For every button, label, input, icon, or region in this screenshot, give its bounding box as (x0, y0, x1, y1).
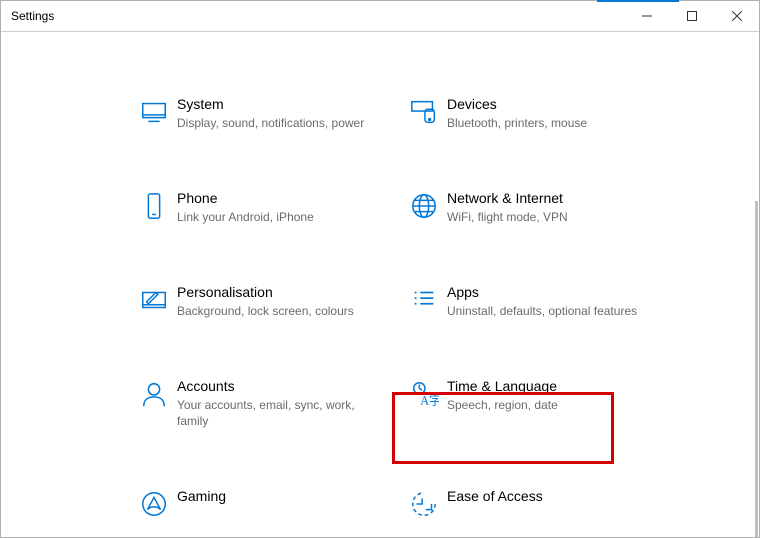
tile-personalisation[interactable]: Personalisation Background, lock screen,… (131, 279, 381, 323)
accounts-icon (131, 377, 177, 409)
settings-window: Settings System Dis (0, 0, 760, 538)
phone-icon (131, 189, 177, 221)
tile-system[interactable]: System Display, sound, notifications, po… (131, 91, 381, 135)
close-icon (732, 11, 742, 21)
tile-label: Apps (447, 283, 641, 301)
title-bar: Settings (1, 1, 759, 32)
accent-strip (597, 0, 679, 2)
tile-sub: WiFi, flight mode, VPN (447, 209, 641, 225)
devices-icon (401, 95, 447, 127)
personalisation-icon (131, 283, 177, 315)
settings-grid: System Display, sound, notifications, po… (1, 31, 759, 523)
tile-label: Time & Language (447, 377, 641, 395)
tile-label: Network & Internet (447, 189, 641, 207)
svg-text:A字: A字 (420, 392, 439, 407)
time-language-icon: A字 (401, 377, 447, 409)
window-title: Settings (1, 1, 54, 31)
tile-apps[interactable]: Apps Uninstall, defaults, optional featu… (401, 279, 651, 323)
system-icon (131, 95, 177, 127)
apps-icon (401, 283, 447, 315)
tile-sub: Link your Android, iPhone (177, 209, 371, 225)
tile-label: Phone (177, 189, 371, 207)
tile-devices[interactable]: Devices Bluetooth, printers, mouse (401, 91, 651, 135)
tile-label: Ease of Access (447, 487, 641, 505)
tile-time-language[interactable]: A字 Time & Language Speech, region, date (401, 373, 651, 433)
ease-of-access-icon (401, 487, 447, 519)
close-button[interactable] (714, 1, 759, 31)
tile-ease-of-access[interactable]: Ease of Access (401, 483, 651, 523)
content-area: System Display, sound, notifications, po… (1, 31, 759, 537)
maximize-button[interactable] (669, 1, 714, 31)
tile-sub: Background, lock screen, colours (177, 303, 371, 319)
tile-label: Personalisation (177, 283, 371, 301)
scrollbar[interactable] (755, 201, 758, 537)
tile-label: Devices (447, 95, 641, 113)
minimize-icon (642, 11, 652, 21)
globe-icon (401, 189, 447, 221)
tile-label: System (177, 95, 371, 113)
tile-sub: Uninstall, defaults, optional features (447, 303, 641, 319)
gaming-icon (131, 487, 177, 519)
tile-label: Gaming (177, 487, 371, 505)
tile-sub: Bluetooth, printers, mouse (447, 115, 641, 131)
maximize-icon (687, 11, 697, 21)
tile-accounts[interactable]: Accounts Your accounts, email, sync, wor… (131, 373, 381, 433)
window-controls (624, 1, 759, 31)
tile-phone[interactable]: Phone Link your Android, iPhone (131, 185, 381, 229)
tile-sub: Speech, region, date (447, 397, 641, 413)
tile-label: Accounts (177, 377, 371, 395)
tile-network[interactable]: Network & Internet WiFi, flight mode, VP… (401, 185, 651, 229)
tile-sub: Your accounts, email, sync, work, family (177, 397, 371, 429)
tile-gaming[interactable]: Gaming (131, 483, 381, 523)
tile-sub: Display, sound, notifications, power (177, 115, 371, 131)
minimize-button[interactable] (624, 1, 669, 31)
